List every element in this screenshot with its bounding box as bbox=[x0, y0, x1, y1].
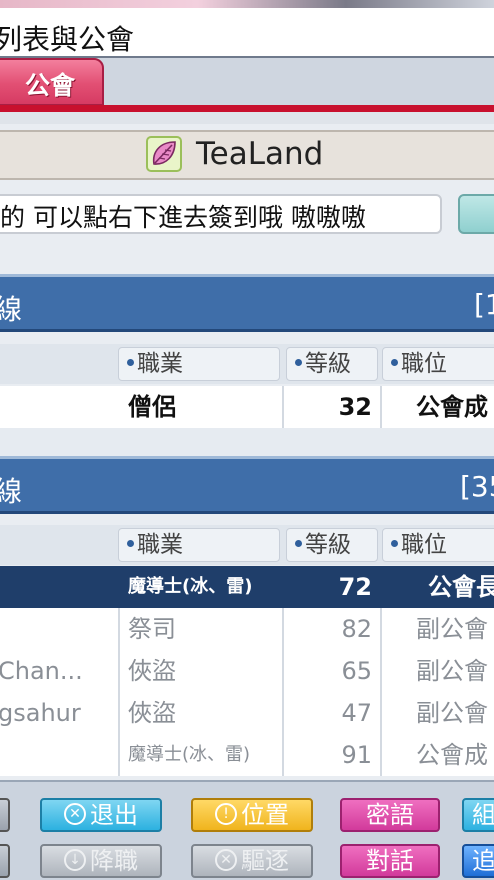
quit-guild-label: 退出 bbox=[90, 801, 138, 829]
column-header-job[interactable]: 職業 bbox=[118, 347, 280, 381]
column-divider bbox=[380, 608, 382, 776]
offline-panel-count: [35 bbox=[460, 470, 494, 503]
expel-label: 驅逐 bbox=[241, 847, 289, 875]
offline-panel-title: 線 bbox=[0, 475, 23, 508]
member-level: 32 bbox=[338, 393, 372, 421]
down-circle-icon: ↓ bbox=[64, 849, 86, 871]
member-level: 65 bbox=[341, 657, 372, 685]
demote-label: 降職 bbox=[90, 847, 138, 875]
left-edge-button[interactable] bbox=[0, 844, 10, 878]
column-header-level-label: 等級 bbox=[305, 532, 351, 558]
party-button[interactable]: 組 bbox=[462, 798, 494, 832]
member-name: gsahur bbox=[0, 699, 81, 727]
bullet-icon bbox=[391, 540, 398, 547]
window-top-strip bbox=[0, 0, 494, 8]
online-panel-count: [1 bbox=[474, 288, 494, 321]
member-job: 魔導士(冰、雷) bbox=[128, 744, 251, 765]
divider bbox=[0, 112, 494, 124]
online-panel-header[interactable] bbox=[0, 274, 494, 332]
member-job: 俠盜 bbox=[128, 699, 176, 727]
expel-circle-icon: ✕ bbox=[215, 849, 237, 871]
member-job: 俠盜 bbox=[128, 657, 176, 685]
member-position: 副公會 bbox=[416, 657, 488, 685]
member-position: 公會長 bbox=[428, 573, 494, 601]
location-label: 位置 bbox=[241, 801, 289, 829]
chat-label: 對話 bbox=[366, 847, 414, 875]
demote-button[interactable]: ↓ 降職 bbox=[40, 844, 162, 878]
column-header-job-label: 職業 bbox=[137, 532, 183, 558]
member-job: 僧侶 bbox=[128, 393, 176, 421]
quit-guild-button[interactable]: ✕ 退出 bbox=[40, 798, 162, 832]
guild-name: TeaLand bbox=[196, 136, 324, 172]
member-position: 副公會 bbox=[416, 699, 488, 727]
tab-guild-label: 公會 bbox=[24, 71, 75, 100]
x-circle-icon: ✕ bbox=[64, 803, 86, 825]
column-header-position[interactable]: 職位 bbox=[382, 347, 494, 381]
column-divider bbox=[282, 608, 284, 776]
whisper-button[interactable]: 密語 bbox=[340, 798, 440, 832]
member-level: 91 bbox=[341, 741, 372, 769]
column-divider bbox=[380, 386, 382, 428]
column-header-job[interactable]: 職業 bbox=[118, 528, 280, 562]
chat-button[interactable]: 對話 bbox=[340, 844, 440, 878]
left-edge-button[interactable] bbox=[0, 798, 10, 832]
tab-underline bbox=[0, 105, 494, 112]
edge-blue-label: 追 bbox=[472, 847, 494, 875]
member-position: 公會成 bbox=[416, 741, 488, 769]
member-position: 副公會 bbox=[416, 615, 488, 643]
online-panel-title: 線 bbox=[0, 293, 23, 326]
offline-panel-header[interactable] bbox=[0, 456, 494, 514]
notice-edit-button[interactable] bbox=[458, 194, 494, 234]
member-job: 魔導士(冰、雷) bbox=[128, 576, 253, 597]
guild-emblem-leaf-icon bbox=[146, 136, 182, 172]
column-header-position-label: 職位 bbox=[401, 351, 447, 377]
expel-button[interactable]: ✕ 驅逐 bbox=[191, 844, 313, 878]
alert-circle-icon: ! bbox=[215, 803, 237, 825]
bullet-icon bbox=[295, 540, 302, 547]
member-level: 72 bbox=[338, 573, 372, 601]
whisper-label: 密語 bbox=[366, 801, 414, 829]
column-header-level[interactable]: 等級 bbox=[286, 528, 378, 562]
location-button[interactable]: ! 位置 bbox=[191, 798, 313, 832]
member-name: Chan... bbox=[0, 657, 83, 685]
member-level: 82 bbox=[341, 615, 372, 643]
bullet-icon bbox=[127, 359, 134, 366]
bullet-icon bbox=[127, 540, 134, 547]
column-header-position-label: 職位 bbox=[401, 532, 447, 558]
column-header-level[interactable]: 等級 bbox=[286, 347, 378, 381]
bullet-icon bbox=[295, 359, 302, 366]
edge-blue-button[interactable]: 追 bbox=[462, 844, 494, 878]
column-divider bbox=[118, 608, 120, 776]
column-header-position[interactable]: 職位 bbox=[382, 528, 494, 562]
column-header-job-label: 職業 bbox=[137, 351, 183, 377]
member-level: 47 bbox=[341, 699, 372, 727]
bullet-icon bbox=[391, 359, 398, 366]
member-position: 公會成 bbox=[416, 393, 488, 421]
guild-notice-text: 的 可以點右下進去簽到哦 嗷嗷嗷 bbox=[0, 203, 366, 232]
column-divider bbox=[282, 386, 284, 428]
panel-spacer bbox=[0, 428, 494, 456]
member-job: 祭司 bbox=[128, 615, 176, 643]
column-header-level-label: 等級 bbox=[305, 351, 351, 377]
window-title: 列表與公會 bbox=[0, 23, 135, 56]
party-label: 組 bbox=[472, 801, 494, 829]
